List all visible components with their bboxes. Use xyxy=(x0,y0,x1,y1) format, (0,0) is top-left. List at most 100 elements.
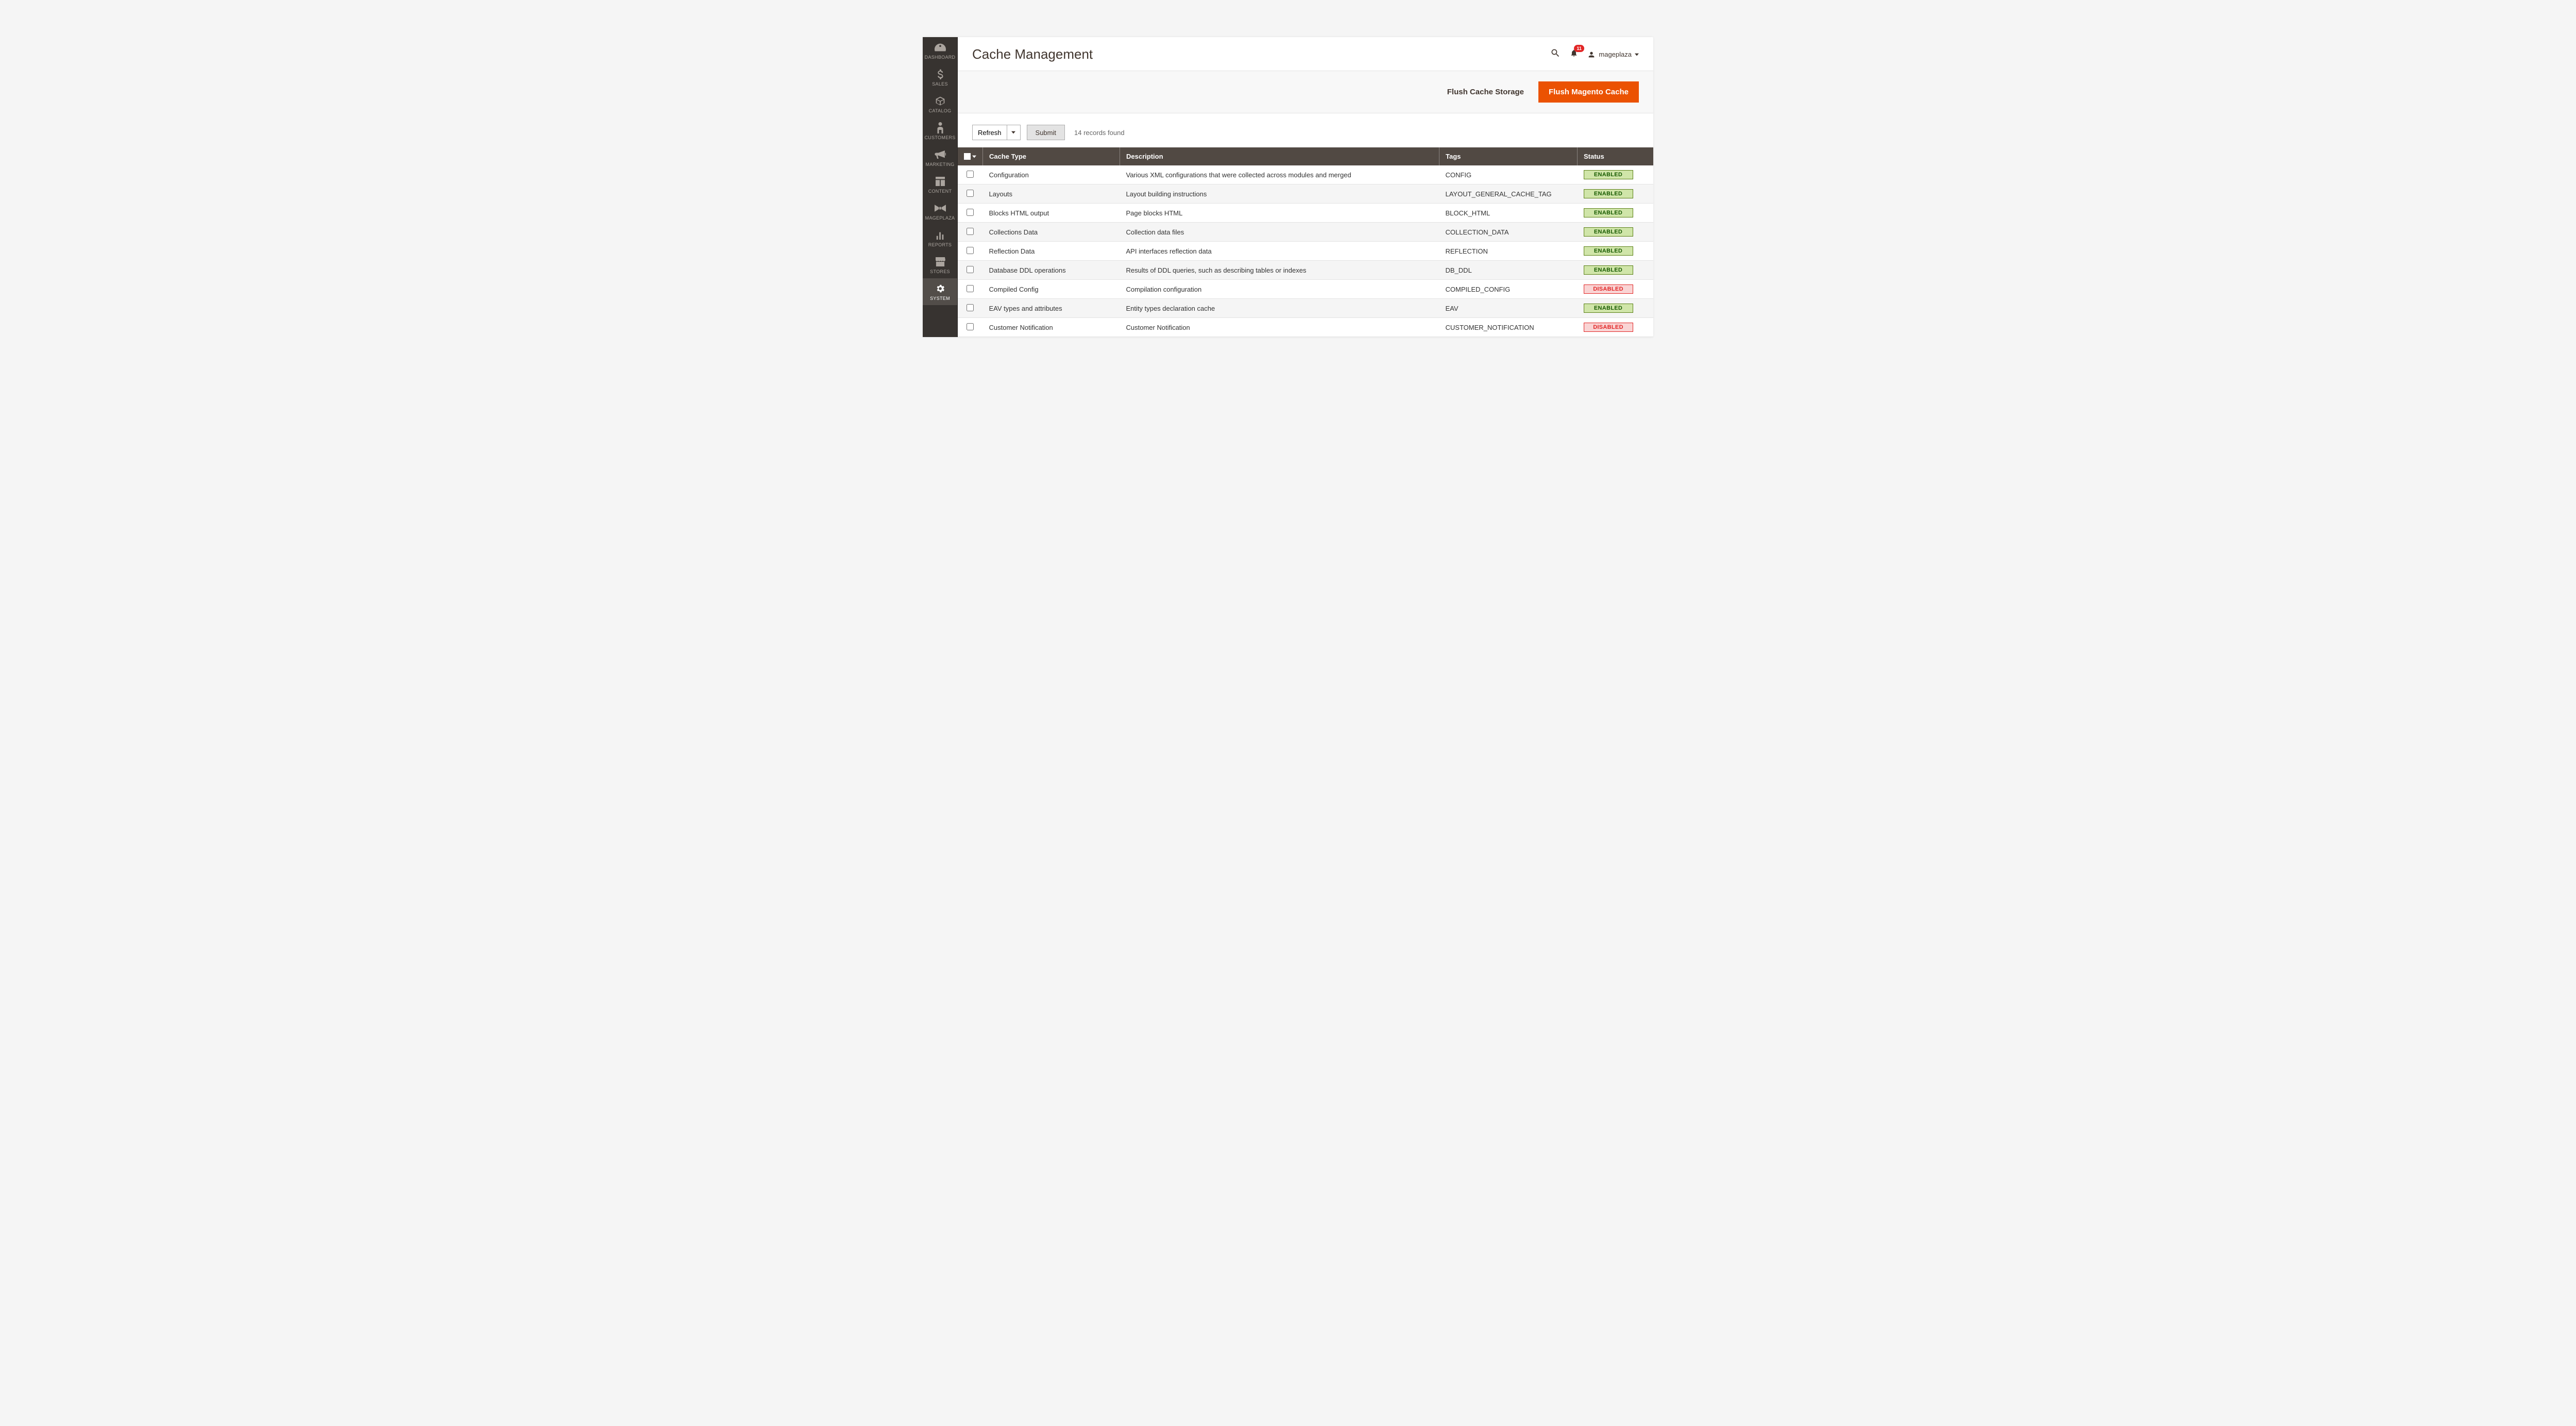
cache-row: Database DDL operationsResults of DDL qu… xyxy=(958,261,1653,280)
sidebar-item-label: DASHBOARD xyxy=(925,55,956,60)
cell-cache-type: Blocks HTML output xyxy=(983,204,1120,223)
col-header-description[interactable]: Description xyxy=(1120,147,1439,165)
sidebar-item-stores[interactable]: STORES xyxy=(923,251,957,278)
cell-tags: DB_DDL xyxy=(1439,261,1578,280)
mass-action-dropdown-toggle[interactable] xyxy=(1007,125,1021,140)
status-badge: DISABLED xyxy=(1584,284,1633,294)
sidebar: DASHBOARD SALES CATALOG CUSTOMERS MARKETINGC… xyxy=(923,37,958,337)
col-header-status[interactable]: Status xyxy=(1578,147,1654,165)
status-badge: ENABLED xyxy=(1584,227,1633,237)
status-badge: ENABLED xyxy=(1584,208,1633,217)
status-badge: DISABLED xyxy=(1584,323,1633,332)
sidebar-item-mageplaza[interactable]: MAGEPLAZA xyxy=(923,198,957,225)
mass-action-select: Refresh xyxy=(972,125,1021,140)
cell-description: API interfaces reflection data xyxy=(1120,242,1439,261)
cell-cache-type: Reflection Data xyxy=(983,242,1120,261)
layout-icon xyxy=(936,176,945,187)
bars-icon xyxy=(936,230,945,240)
page-header: Cache Management 11 mageplaza xyxy=(958,37,1653,71)
sidebar-item-customers[interactable]: CUSTOMERS xyxy=(923,118,957,144)
col-header-tags[interactable]: Tags xyxy=(1439,147,1578,165)
sidebar-item-catalog[interactable]: CATALOG xyxy=(923,91,957,118)
select-all-toggle[interactable] xyxy=(964,153,976,160)
sidebar-item-dashboard[interactable]: DASHBOARD xyxy=(923,37,957,64)
cache-row: EAV types and attributesEntity types dec… xyxy=(958,299,1653,318)
header-tools: 11 mageplaza xyxy=(1550,48,1639,61)
cell-tags: COLLECTION_DATA xyxy=(1439,223,1578,242)
cache-row: LayoutsLayout building instructionsLAYOU… xyxy=(958,184,1653,204)
sidebar-item-label: SALES xyxy=(932,81,948,87)
refresh-action-button[interactable]: Refresh xyxy=(972,125,1007,140)
sidebar-item-label: MAGEPLAZA xyxy=(925,215,955,221)
cell-status: ENABLED xyxy=(1578,184,1654,204)
cell-description: Entity types declaration cache xyxy=(1120,299,1439,318)
search-icon[interactable] xyxy=(1550,48,1561,61)
cell-cache-type: Collections Data xyxy=(983,223,1120,242)
cache-row: Collections DataCollection data filesCOL… xyxy=(958,223,1653,242)
flush-cache-storage-button[interactable]: Flush Cache Storage xyxy=(1440,82,1531,102)
cell-description: Results of DDL queries, such as describi… xyxy=(1120,261,1439,280)
cell-status: DISABLED xyxy=(1578,318,1654,337)
row-checkbox[interactable] xyxy=(967,247,974,254)
store-icon xyxy=(935,257,945,267)
cell-tags: EAV xyxy=(1439,299,1578,318)
username: mageplaza xyxy=(1599,51,1632,58)
cell-description: Collection data files xyxy=(1120,223,1439,242)
cell-status: ENABLED xyxy=(1578,204,1654,223)
sidebar-item-label: SYSTEM xyxy=(930,296,950,301)
row-checkbox[interactable] xyxy=(967,228,974,235)
cell-cache-type: Customer Notification xyxy=(983,318,1120,337)
sidebar-item-system[interactable]: SYSTEM xyxy=(923,278,957,305)
sidebar-item-reports[interactable]: REPORTS xyxy=(923,225,957,251)
action-bar: Flush Cache Storage Flush Magento Cache xyxy=(958,71,1653,113)
sidebar-item-label: CUSTOMERS xyxy=(924,135,955,140)
sidebar-item-label: STORES xyxy=(930,269,950,274)
row-checkbox[interactable] xyxy=(967,304,974,311)
status-badge: ENABLED xyxy=(1584,189,1633,198)
cell-description: Page blocks HTML xyxy=(1120,204,1439,223)
cell-tags: LAYOUT_GENERAL_CACHE_TAG xyxy=(1439,184,1578,204)
row-checkbox[interactable] xyxy=(967,171,974,178)
cell-status: ENABLED xyxy=(1578,299,1654,318)
cell-tags: REFLECTION xyxy=(1439,242,1578,261)
select-all-checkbox-icon xyxy=(964,153,971,160)
status-badge: ENABLED xyxy=(1584,304,1633,313)
submit-button[interactable]: Submit xyxy=(1027,125,1065,140)
col-header-checkbox xyxy=(958,147,983,165)
cell-status: ENABLED xyxy=(1578,223,1654,242)
row-checkbox[interactable] xyxy=(967,209,974,216)
grid-toolbar: Refresh Submit 14 records found xyxy=(958,113,1653,147)
flush-magento-cache-button[interactable]: Flush Magento Cache xyxy=(1538,81,1639,103)
sidebar-item-marketing[interactable]: MARKETING xyxy=(923,144,957,171)
sidebar-item-label: REPORTS xyxy=(928,242,952,247)
cache-row: Compiled ConfigCompilation configuration… xyxy=(958,280,1653,299)
row-checkbox[interactable] xyxy=(967,190,974,197)
user-menu[interactable]: mageplaza xyxy=(1587,51,1639,59)
cell-description: Customer Notification xyxy=(1120,318,1439,337)
cache-row: Reflection DataAPI interfaces reflection… xyxy=(958,242,1653,261)
notification-badge: 11 xyxy=(1574,45,1584,52)
main-area: Cache Management 11 mageplaza Flush Cach… xyxy=(958,37,1653,337)
cell-description: Layout building instructions xyxy=(1120,184,1439,204)
sidebar-item-sales[interactable]: SALES xyxy=(923,64,957,91)
status-badge: ENABLED xyxy=(1584,170,1633,179)
bowtie-icon xyxy=(935,203,946,213)
row-checkbox[interactable] xyxy=(967,323,974,330)
notifications-icon[interactable]: 11 xyxy=(1570,48,1578,60)
cell-status: ENABLED xyxy=(1578,242,1654,261)
sidebar-item-content[interactable]: CONTENT xyxy=(923,171,957,198)
records-count: 14 records found xyxy=(1074,129,1125,137)
row-checkbox[interactable] xyxy=(967,285,974,292)
cache-row: Blocks HTML outputPage blocks HTMLBLOCK_… xyxy=(958,204,1653,223)
col-header-cache-type[interactable]: Cache Type xyxy=(983,147,1120,165)
cache-row: ConfigurationVarious XML configurations … xyxy=(958,165,1653,184)
cell-status: DISABLED xyxy=(1578,280,1654,299)
cell-cache-type: EAV types and attributes xyxy=(983,299,1120,318)
app-frame: DASHBOARDSALESCATALOGCUSTOMERSMARKETINGC… xyxy=(923,37,1653,337)
dollar-icon xyxy=(937,69,944,79)
cache-row: Customer NotificationCustomer Notificati… xyxy=(958,318,1653,337)
gear-icon xyxy=(935,283,945,294)
cell-tags: COMPILED_CONFIG xyxy=(1439,280,1578,299)
row-checkbox[interactable] xyxy=(967,266,974,273)
cell-cache-type: Compiled Config xyxy=(983,280,1120,299)
